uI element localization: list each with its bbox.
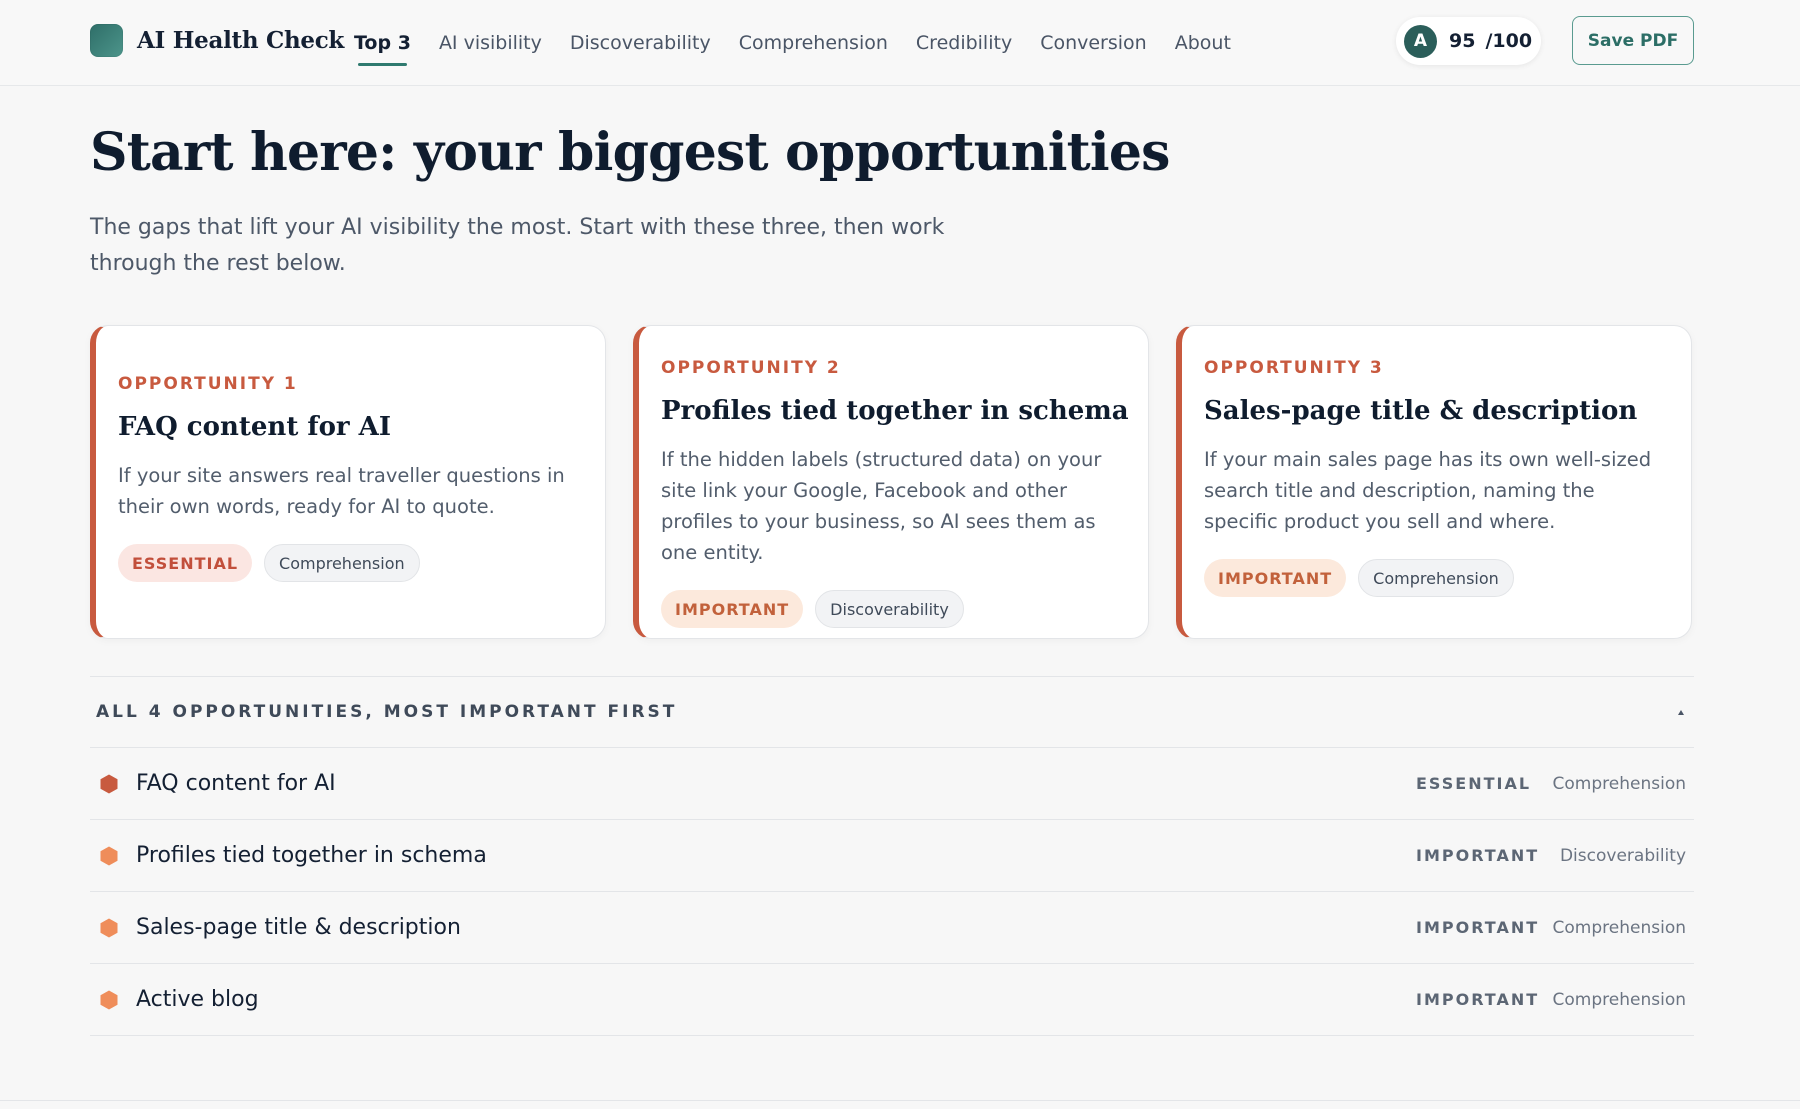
priority-badge: IMPORTANT [1204, 559, 1347, 597]
priority-badge: ESSENTIAL [118, 544, 253, 582]
brand-logo-icon [90, 24, 123, 57]
essential-hexagon-icon [100, 774, 118, 793]
category-badge: Comprehension [264, 544, 420, 582]
card-eyebrow: OPPORTUNITY 2 [661, 358, 841, 378]
card-tags: IMPORTANT Discoverability [661, 590, 1124, 628]
brand[interactable]: AI Health Check [90, 24, 344, 57]
row-title: Sales-page title & description [136, 915, 461, 940]
category-badge: Discoverability [815, 590, 964, 628]
important-hexagon-icon [100, 846, 118, 865]
row-priority: IMPORTANT [1416, 990, 1540, 1009]
nav-comprehension[interactable]: Comprehension [739, 0, 888, 86]
category-badge: Comprehension [1358, 559, 1514, 597]
card-description: If your main sales page has its own well… [1204, 448, 1652, 533]
nav-discoverability[interactable]: Discoverability [570, 0, 711, 86]
list-item[interactable]: Active blog IMPORTANT Comprehension [90, 964, 1694, 1036]
row-priority: IMPORTANT [1416, 918, 1540, 937]
row-category: Comprehension [1552, 773, 1686, 794]
list-header[interactable]: ALL 4 OPPORTUNITIES, MOST IMPORTANT FIRS… [90, 676, 1694, 748]
top-bar: AI Health Check Top 3 AI visibility Disc… [0, 0, 1800, 86]
card-eyebrow: OPPORTUNITY 3 [1204, 358, 1384, 378]
important-hexagon-icon [100, 990, 118, 1009]
card-title: Profiles tied together in schema [661, 396, 1129, 426]
important-hexagon-icon [100, 918, 118, 937]
row-priority: IMPORTANT [1416, 846, 1540, 865]
nav-about[interactable]: About [1175, 0, 1231, 86]
page-title: Start here: your biggest opportunities [90, 122, 1170, 183]
nav-conversion[interactable]: Conversion [1040, 0, 1147, 86]
card-eyebrow: OPPORTUNITY 1 [118, 374, 298, 394]
row-category: Comprehension [1552, 989, 1686, 1010]
opportunity-cards: OPPORTUNITY 1 FAQ content for AI If your… [90, 325, 1694, 639]
nav-ai-visibility[interactable]: AI visibility [439, 0, 542, 86]
card-title: FAQ content for AI [118, 412, 392, 442]
row-title: FAQ content for AI [136, 771, 336, 796]
opportunity-list: ALL 4 OPPORTUNITIES, MOST IMPORTANT FIRS… [90, 676, 1694, 1036]
score-badge[interactable]: A 95 /100 [1396, 17, 1541, 65]
list-item[interactable]: FAQ content for AI ESSENTIAL Comprehensi… [90, 748, 1694, 820]
list-header-label: ALL 4 OPPORTUNITIES, MOST IMPORTANT FIRS… [96, 702, 678, 722]
score-max: /100 [1485, 30, 1533, 52]
main-nav: Top 3 AI visibility Discoverability Comp… [354, 0, 1259, 86]
collapse-caret-icon[interactable] [1678, 709, 1684, 715]
save-pdf-button[interactable]: Save PDF [1572, 16, 1694, 65]
row-category: Comprehension [1552, 917, 1686, 938]
opportunity-card-2[interactable]: OPPORTUNITY 2 Profiles tied together in … [633, 325, 1149, 639]
footer-divider [0, 1100, 1800, 1101]
row-title: Active blog [136, 987, 259, 1012]
opportunity-card-1[interactable]: OPPORTUNITY 1 FAQ content for AI If your… [90, 325, 606, 639]
brand-name: AI Health Check [137, 27, 345, 54]
nav-top-3[interactable]: Top 3 [354, 0, 411, 86]
card-title: Sales-page title & description [1204, 396, 1638, 426]
score-value: 95 [1449, 30, 1476, 52]
grade-avatar: A [1404, 24, 1437, 58]
card-description: If the hidden labels (structured data) o… [661, 448, 1102, 564]
list-item[interactable]: Sales-page title & description IMPORTANT… [90, 892, 1694, 964]
opportunity-card-3[interactable]: OPPORTUNITY 3 Sales-page title & descrip… [1176, 325, 1692, 639]
row-category: Discoverability [1559, 845, 1686, 866]
row-title: Profiles tied together in schema [136, 843, 487, 868]
priority-badge: IMPORTANT [661, 590, 804, 628]
row-priority: ESSENTIAL [1416, 774, 1532, 793]
list-item[interactable]: Profiles tied together in schema IMPORTA… [90, 820, 1694, 892]
card-tags: ESSENTIAL Comprehension [118, 544, 581, 582]
card-description: If your site answers real traveller ques… [118, 464, 565, 518]
page-subtitle: The gaps that lift your AI visibility th… [90, 215, 945, 276]
card-tags: IMPORTANT Comprehension [1204, 559, 1667, 597]
nav-credibility[interactable]: Credibility [916, 0, 1012, 86]
